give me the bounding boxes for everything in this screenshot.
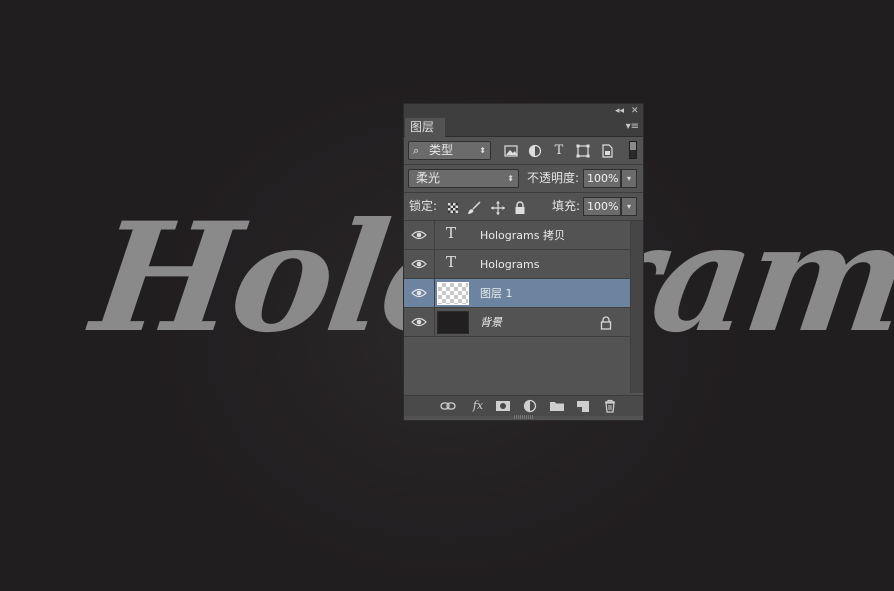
panel-menu-icon[interactable]: ▾≡	[626, 119, 639, 135]
updown-arrow-icon: ⬍	[507, 174, 514, 183]
layer-row[interactable]: T Holograms	[404, 250, 630, 279]
divider	[434, 308, 435, 337]
lock-paint-icon[interactable]	[466, 200, 482, 216]
divider	[434, 250, 435, 279]
layers-panel: ◂◂ ✕ 图层 ▾≡ ⌕ 类型 ⬍ T 柔光 ⬍ 不透明度: 100% ▾ 锁定…	[403, 103, 644, 421]
layer-thumbnail	[437, 282, 469, 305]
new-group-icon[interactable]	[548, 398, 566, 414]
panel-footer: fx	[404, 395, 643, 416]
layer-row[interactable]: 背景	[404, 308, 630, 337]
close-icon[interactable]: ✕	[631, 104, 639, 118]
lock-position-icon[interactable]	[490, 200, 506, 216]
fx-icon[interactable]: fx	[467, 398, 489, 414]
layer-name[interactable]: 背景	[480, 308, 502, 337]
smart-object-filter-icon[interactable]	[599, 143, 615, 159]
resize-grip-icon[interactable]	[514, 415, 534, 419]
fill-input[interactable]: 100%	[583, 197, 621, 216]
lock-transparent-icon[interactable]	[448, 203, 458, 213]
filter-kind-value: 类型	[429, 143, 454, 157]
shape-filter-icon[interactable]	[575, 143, 591, 159]
divider	[434, 221, 435, 250]
layer-thumbnail	[437, 311, 469, 334]
filter-toggle-icon[interactable]	[629, 141, 637, 159]
blend-mode-select[interactable]: 柔光 ⬍	[408, 169, 519, 188]
filter-kind-select[interactable]: ⌕ 类型 ⬍	[408, 141, 491, 160]
adjustment-filter-icon[interactable]	[527, 143, 543, 159]
layer-row-selected[interactable]: 图层 1	[404, 279, 630, 308]
delete-layer-icon[interactable]	[601, 398, 619, 414]
blend-row: 柔光 ⬍ 不透明度: 100% ▾	[404, 165, 643, 193]
layer-row[interactable]: T Holograms 拷贝	[404, 221, 630, 250]
link-layers-icon[interactable]	[439, 398, 457, 414]
filter-row: ⌕ 类型 ⬍ T	[404, 137, 643, 165]
new-adjustment-icon[interactable]	[521, 398, 539, 414]
layer-name[interactable]: Holograms	[480, 250, 539, 279]
search-icon: ⌕	[413, 144, 420, 157]
lock-label: 锁定:	[409, 199, 438, 213]
opacity-label: 不透明度:	[527, 171, 580, 185]
opacity-input[interactable]: 100%	[583, 169, 621, 188]
eye-icon[interactable]	[411, 227, 427, 243]
layer-name[interactable]: Holograms 拷贝	[480, 221, 565, 250]
panel-tabbar: 图层 ▾≡	[404, 118, 643, 137]
lock-icon	[600, 316, 612, 330]
image-filter-icon[interactable]	[503, 143, 519, 159]
layer-list: T Holograms 拷贝 T Holograms 图层 1 背景	[404, 221, 630, 393]
fill-label: 填充:	[552, 199, 581, 213]
lock-row: 锁定: 填充: 100% ▾	[404, 193, 643, 221]
panel-titlebar: ◂◂ ✕	[404, 104, 643, 118]
blend-mode-value: 柔光	[416, 171, 441, 185]
layer-name[interactable]: 图层 1	[480, 279, 513, 308]
scrollbar[interactable]	[630, 221, 643, 393]
tab-layers[interactable]: 图层	[405, 118, 445, 137]
eye-icon[interactable]	[411, 256, 427, 272]
double-chevron-left-icon[interactable]: ◂◂	[615, 104, 624, 118]
chevron-down-icon[interactable]: ▾	[621, 197, 637, 216]
new-layer-icon[interactable]	[574, 398, 592, 414]
type-layer-icon: T	[446, 224, 457, 242]
add-mask-icon[interactable]	[494, 398, 512, 414]
divider	[434, 279, 435, 308]
updown-arrow-icon: ⬍	[479, 146, 486, 155]
chevron-down-icon[interactable]: ▾	[621, 169, 637, 188]
type-layer-icon: T	[446, 253, 457, 271]
lock-all-icon[interactable]	[513, 200, 527, 216]
eye-icon[interactable]	[411, 285, 427, 301]
eye-icon[interactable]	[411, 314, 427, 330]
type-filter-icon[interactable]: T	[551, 143, 567, 159]
